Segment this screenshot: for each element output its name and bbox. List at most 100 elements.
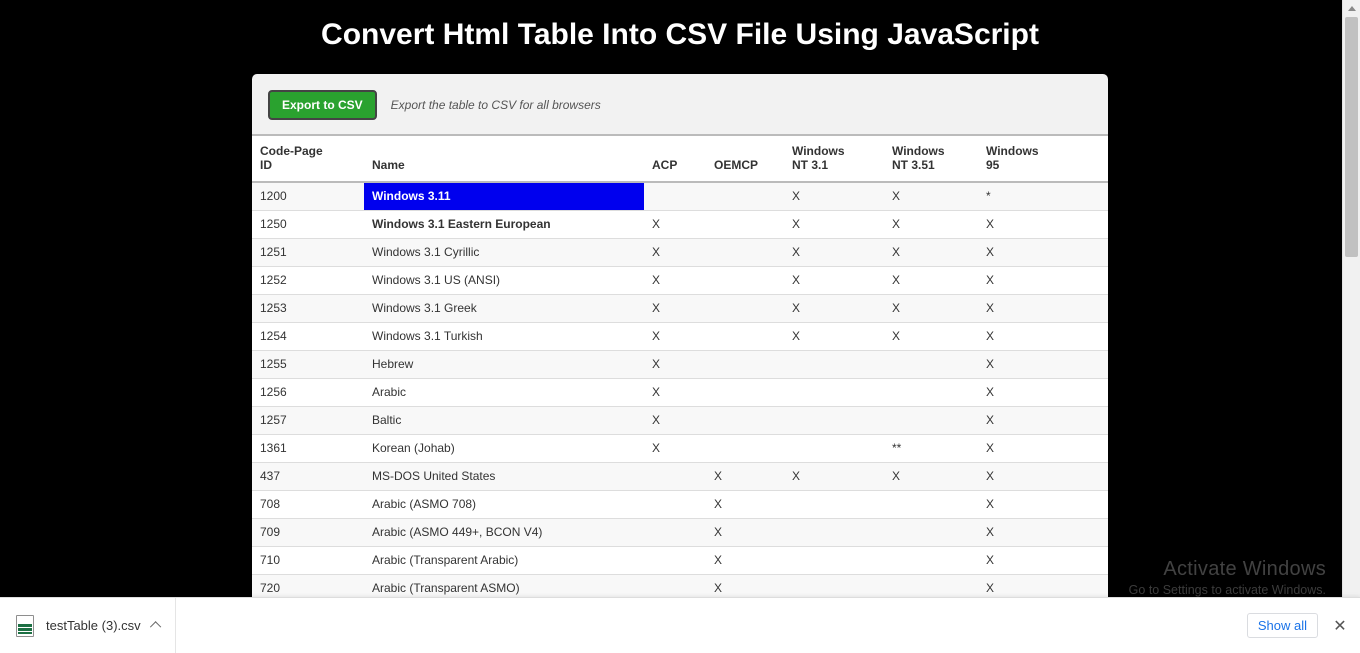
table-cell: X [644, 378, 706, 406]
table-row[interactable]: 1256ArabicXX [252, 378, 1108, 406]
table-cell [884, 406, 978, 434]
table-row[interactable]: 1254Windows 3.1 TurkishXXXX [252, 322, 1108, 350]
table-cell: X [978, 210, 1108, 238]
table-cell: X [884, 210, 978, 238]
close-icon[interactable]: ✕ [1326, 616, 1354, 636]
table-cell: X [706, 518, 784, 546]
table-cell [706, 294, 784, 322]
table-cell [884, 350, 978, 378]
table-cell [644, 518, 706, 546]
table-cell: X [706, 490, 784, 518]
show-all-button[interactable]: Show all [1247, 613, 1318, 638]
table-cell: X [644, 266, 706, 294]
scroll-up-arrow-icon[interactable] [1343, 0, 1360, 17]
table-cell [784, 434, 884, 462]
table-cell: X [784, 266, 884, 294]
column-header[interactable]: OEMCP [706, 135, 784, 182]
table-cell [884, 490, 978, 518]
table-cell: 709 [252, 518, 364, 546]
page-title: Convert Html Table Into CSV File Using J… [0, 18, 1360, 52]
table-cell: MS-DOS United States [364, 462, 644, 490]
table-row[interactable]: 1361Korean (Johab)X**X [252, 434, 1108, 462]
column-header[interactable]: Code-PageID [252, 135, 364, 182]
column-header[interactable]: WindowsNT 3.1 [784, 135, 884, 182]
table-cell: X [706, 546, 784, 574]
table-row[interactable]: 1257BalticXX [252, 406, 1108, 434]
table-cell: X [978, 238, 1108, 266]
table-row[interactable]: 709Arabic (ASMO 449+, BCON V4)XX [252, 518, 1108, 546]
csv-file-icon [16, 615, 34, 637]
column-header[interactable]: Windows95 [978, 135, 1108, 182]
table-cell: Hebrew [364, 350, 644, 378]
page-scroll-area[interactable]: Convert Html Table Into CSV File Using J… [0, 0, 1360, 598]
column-header[interactable]: WindowsNT 3.51 [884, 135, 978, 182]
table-cell [884, 378, 978, 406]
table-row[interactable]: 1200Windows 3.11XX* [252, 182, 1108, 211]
table-cell: X [644, 406, 706, 434]
table-cell: X [884, 294, 978, 322]
table-cell: X [884, 238, 978, 266]
table-cell: X [644, 210, 706, 238]
table-row[interactable]: 437MS-DOS United StatesXXXX [252, 462, 1108, 490]
download-item[interactable]: testTable (3).csv [0, 598, 176, 653]
table-cell: 708 [252, 490, 364, 518]
card: Export to CSV Export the table to CSV fo… [252, 74, 1108, 598]
table-cell: X [784, 322, 884, 350]
table-cell [784, 546, 884, 574]
table-cell: X [644, 322, 706, 350]
table-cell: X [884, 266, 978, 294]
table-cell: Windows 3.1 Eastern European [364, 210, 644, 238]
table-cell: Baltic [364, 406, 644, 434]
table-cell: Windows 3.1 Greek [364, 294, 644, 322]
table-cell: Windows 3.1 Turkish [364, 322, 644, 350]
table-cell: Arabic [364, 378, 644, 406]
table-cell: X [978, 406, 1108, 434]
table-row[interactable]: 710Arabic (Transparent Arabic)XX [252, 546, 1108, 574]
table-cell: X [978, 574, 1108, 598]
table-cell: X [978, 350, 1108, 378]
browser-scrollbar[interactable] [1342, 0, 1360, 598]
table-cell [784, 406, 884, 434]
table-cell: X [978, 322, 1108, 350]
table-cell: * [978, 182, 1108, 211]
table-row[interactable]: 1251Windows 3.1 CyrillicXXXX [252, 238, 1108, 266]
table-cell: X [978, 434, 1108, 462]
chevron-up-icon[interactable] [153, 620, 165, 632]
table-cell: 1251 [252, 238, 364, 266]
table-cell [784, 350, 884, 378]
table-cell: X [884, 322, 978, 350]
table-cell: 1253 [252, 294, 364, 322]
table-cell: Korean (Johab) [364, 434, 644, 462]
table-cell: X [978, 546, 1108, 574]
table-cell: 710 [252, 546, 364, 574]
table-row[interactable]: 1255HebrewXX [252, 350, 1108, 378]
table-cell [706, 434, 784, 462]
table-cell: 1252 [252, 266, 364, 294]
table-cell [644, 182, 706, 211]
table-cell: 1256 [252, 378, 364, 406]
column-header[interactable]: ACP [644, 135, 706, 182]
table-cell: 1200 [252, 182, 364, 211]
table-cell: Windows 3.11 [364, 182, 644, 211]
table-cell [784, 574, 884, 598]
table-cell: 1257 [252, 406, 364, 434]
download-file-name: testTable (3).csv [46, 618, 141, 633]
table-cell: 1250 [252, 210, 364, 238]
table-row[interactable]: 1250Windows 3.1 Eastern EuropeanXXXX [252, 210, 1108, 238]
table-cell [706, 266, 784, 294]
column-header[interactable]: Name [364, 135, 644, 182]
table-cell [706, 182, 784, 211]
codepage-table: Code-PageIDNameACPOEMCPWindowsNT 3.1Wind… [252, 134, 1108, 598]
table-cell: X [644, 294, 706, 322]
table-cell: X [644, 238, 706, 266]
table-cell: X [706, 574, 784, 598]
scrollbar-thumb[interactable] [1345, 17, 1358, 257]
table-cell: Arabic (ASMO 708) [364, 490, 644, 518]
table-row[interactable]: 708Arabic (ASMO 708)XX [252, 490, 1108, 518]
table-cell: X [884, 182, 978, 211]
table-cell: X [706, 462, 784, 490]
table-row[interactable]: 1253Windows 3.1 GreekXXXX [252, 294, 1108, 322]
table-row[interactable]: 720Arabic (Transparent ASMO)XX [252, 574, 1108, 598]
table-row[interactable]: 1252Windows 3.1 US (ANSI)XXXX [252, 266, 1108, 294]
export-csv-button[interactable]: Export to CSV [268, 90, 377, 120]
